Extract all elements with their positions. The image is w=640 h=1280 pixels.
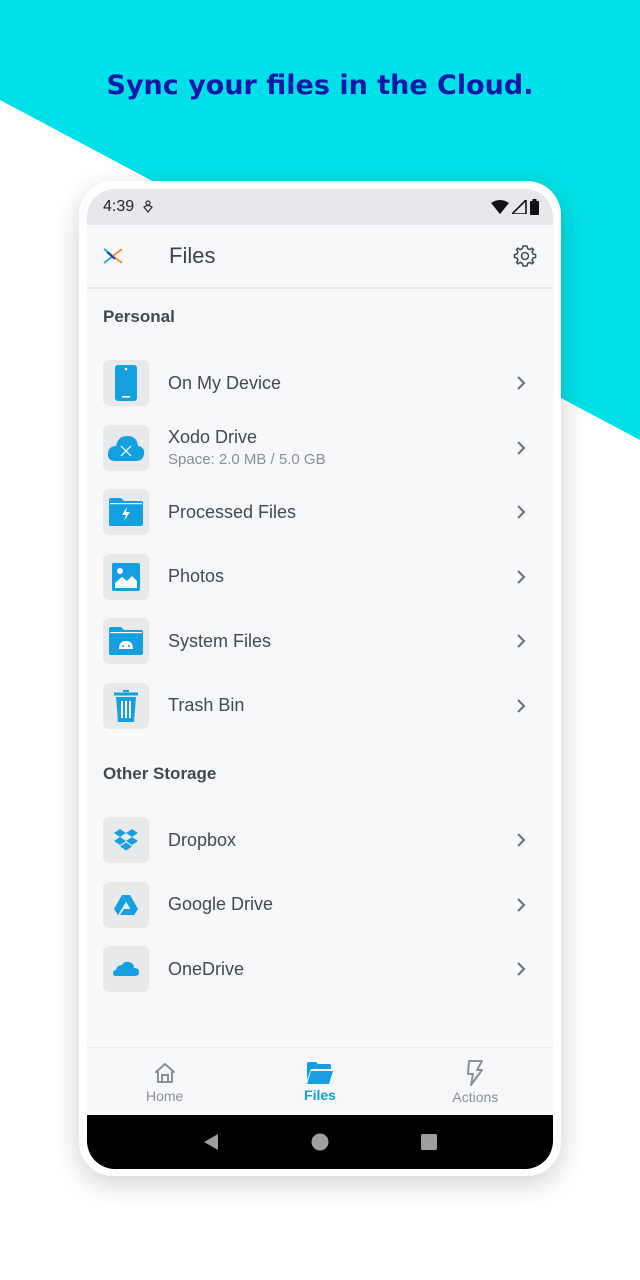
nav-label: Files [304,1086,336,1103]
image-icon [112,562,140,591]
folder-bolt-icon [109,498,143,527]
item-label: Dropbox [168,829,237,850]
section-title-personal: Personal [103,307,175,326]
list-item-on-my-device[interactable]: On My Device [87,351,553,416]
nav-files[interactable]: Files [242,1048,397,1116]
item-label: Photos [168,566,225,587]
system-nav-bar [87,1115,553,1169]
nav-actions[interactable]: Actions [398,1048,553,1116]
gear-icon[interactable] [513,244,537,268]
page-title: Files [169,243,216,268]
chevron-right-icon [517,505,526,519]
google-drive-icon [114,894,138,915]
icon-box [103,946,149,993]
dropbox-icon [114,829,138,851]
item-label: Processed Files [168,501,297,522]
status-bar: 4:39 [87,189,553,225]
phone-icon [115,365,137,402]
wifi-icon [491,200,509,214]
chevron-right-icon [517,441,526,455]
chevron-right-icon [517,898,526,912]
cloud-icon [107,435,145,461]
icon-box [103,618,149,665]
section-title-other-storage: Other Storage [103,764,217,783]
folder-android-icon [109,627,143,656]
icon-box [103,817,149,864]
notification-icon [143,200,154,214]
list-item-trash-bin[interactable]: Trash Bin [87,674,553,739]
onedrive-icon [113,962,139,977]
xodo-logo-icon [103,248,123,264]
nav-home[interactable]: Home [87,1048,242,1116]
chevron-right-icon [517,699,526,713]
folder-open-icon [306,1061,333,1084]
headline: Sync your files in the Cloud. [106,70,534,101]
bolt-icon [467,1059,484,1086]
phone-screen: 4:39 Files Personal On My Device Xodo Dr… [87,189,553,1169]
signal-icon [512,200,527,214]
list-item-google-drive[interactable]: Google Drive [87,873,553,938]
item-label: On My Device [168,372,282,393]
chevron-right-icon [517,833,526,847]
item-label: Trash Bin [168,695,245,716]
home-icon [154,1062,175,1083]
list-item-onedrive[interactable]: OneDrive [87,937,553,1002]
chevron-right-icon [517,634,526,648]
chevron-right-icon [517,962,526,976]
chevron-right-icon [517,376,526,390]
app-bar: Files [87,225,553,289]
icon-box [103,682,149,729]
nav-label: Home [145,1087,184,1104]
list-item-photos[interactable]: Photos [87,545,553,610]
item-label: OneDrive [168,958,245,979]
item-label: Xodo Drive [168,427,258,448]
list-item-system-files[interactable]: System Files [87,609,553,674]
status-time: 4:39 [103,198,135,215]
storage-space-text: Space: 2.0 MB / 5.0 GB [168,451,326,469]
icon-box [103,553,149,600]
trash-icon [114,689,138,722]
icon-box [103,489,149,536]
home-circle-icon[interactable] [311,1133,329,1151]
icon-box [103,360,149,407]
battery-icon [530,199,539,215]
icon-box [103,424,149,471]
icon-box [103,881,149,928]
bottom-nav: Home Files Actions [87,1047,553,1116]
list-item-processed-files[interactable]: Processed Files [87,480,553,545]
item-label: Google Drive [168,894,274,915]
list-item-xodo-drive[interactable]: Xodo Drive Space: 2.0 MB / 5.0 GB [87,416,553,481]
back-icon[interactable] [202,1133,220,1151]
nav-label: Actions [452,1088,499,1105]
item-label: System Files [168,630,272,651]
chevron-right-icon [517,570,526,584]
recents-icon[interactable] [420,1133,438,1151]
phone-frame: 4:39 Files Personal On My Device Xodo Dr… [79,181,561,1176]
list-item-dropbox[interactable]: Dropbox [87,808,553,873]
